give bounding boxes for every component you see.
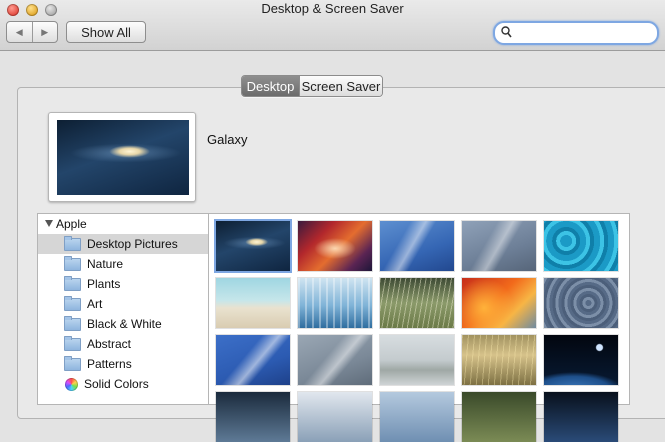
sidebar-item-label: Black & White [87, 317, 162, 331]
toolbar: Desktop & Screen Saver ◀ ▶ Show All [0, 0, 665, 51]
tab-bar: Desktop Screen Saver [241, 75, 383, 97]
thumbnail-antelope-canyon[interactable] [298, 221, 372, 271]
disclosure-triangle-icon[interactable] [45, 220, 53, 227]
folder-icon [64, 315, 81, 331]
current-picture-preview [48, 112, 196, 202]
forward-arrow-icon: ▶ [41, 26, 49, 37]
folder-icon [64, 295, 81, 311]
thumbnail-partial[interactable] [462, 392, 536, 442]
thumbnail-partial[interactable] [298, 392, 372, 442]
thumbnail-partial[interactable] [216, 392, 290, 442]
sidebar-item-label: Desktop Pictures [87, 237, 178, 251]
sidebar-item-solid-colors[interactable]: Solid Colors [38, 374, 209, 394]
search-input[interactable] [513, 24, 653, 42]
sidebar-item-desktop-pictures[interactable]: Desktop Pictures [38, 234, 209, 254]
current-picture-name: Galaxy [207, 132, 248, 147]
tab-desktop[interactable]: Desktop [242, 76, 299, 96]
search-icon [501, 26, 512, 38]
folder-icon [64, 355, 81, 371]
color-wheel-icon [65, 377, 78, 391]
thumbnail-frozen-trees[interactable] [298, 278, 372, 328]
forward-button[interactable]: ▶ [31, 22, 58, 42]
source-group-label: Apple [56, 217, 87, 231]
sidebar-item-label: Patterns [87, 357, 132, 371]
picture-grid [208, 213, 630, 442]
thumbnail-blue-wave[interactable] [380, 221, 454, 271]
thumbnail-autumn-leaves[interactable] [462, 278, 536, 328]
sidebar-item-black-white[interactable]: Black & White [38, 314, 209, 334]
folder-icon [64, 235, 81, 251]
thumbnail-earth-horizon[interactable] [544, 335, 618, 385]
tab-screen-saver[interactable]: Screen Saver [299, 76, 382, 96]
current-picture-image [57, 120, 189, 195]
thumbnail-galaxy[interactable] [216, 221, 290, 271]
folder-icon [64, 335, 81, 351]
sidebar-item-art[interactable]: Art [38, 294, 209, 314]
thumbnail-gray-wave[interactable] [462, 221, 536, 271]
window-title: Desktop & Screen Saver [261, 1, 404, 16]
show-all-button[interactable]: Show All [66, 21, 146, 43]
sidebar-item-patterns[interactable]: Patterns [38, 354, 209, 374]
thumbnail-blue-swirl[interactable] [216, 335, 290, 385]
thumbnail-water-ripples[interactable] [544, 221, 618, 271]
sidebar-item-label: Abstract [87, 337, 132, 351]
back-forward-control: ◀ ▶ [6, 21, 58, 43]
thumbnail-beach[interactable] [216, 278, 290, 328]
back-arrow-icon: ◀ [15, 26, 23, 37]
sidebar-item-nature[interactable]: Nature [38, 254, 209, 274]
thumbnail-grass[interactable] [380, 278, 454, 328]
folder-icon [64, 255, 81, 271]
folder-icon [64, 275, 81, 291]
sidebar-item-label: Art [87, 297, 103, 311]
thumbnail-gray-swirl[interactable] [298, 335, 372, 385]
source-group-apple[interactable]: Apple [38, 214, 209, 234]
back-button[interactable]: ◀ [7, 22, 32, 42]
sidebar-item-label: Nature [87, 257, 124, 271]
sidebar-item-abstract[interactable]: Abstract [38, 334, 209, 354]
source-list: Apple Desktop Pictures Nature Plants Art… [37, 213, 209, 405]
sidebar-item-label: Solid Colors [84, 377, 149, 391]
sidebar-item-label: Plants [87, 277, 121, 291]
sidebar-item-plants[interactable]: Plants [38, 274, 209, 294]
thumbnail-foggy-lake[interactable] [380, 335, 454, 385]
thumbnail-partial[interactable] [544, 392, 618, 442]
thumbnail-ripple-gray[interactable] [544, 278, 618, 328]
thumbnail-golden-field[interactable] [462, 335, 536, 385]
search-field[interactable] [493, 21, 659, 45]
thumbnail-partial[interactable] [380, 392, 454, 442]
